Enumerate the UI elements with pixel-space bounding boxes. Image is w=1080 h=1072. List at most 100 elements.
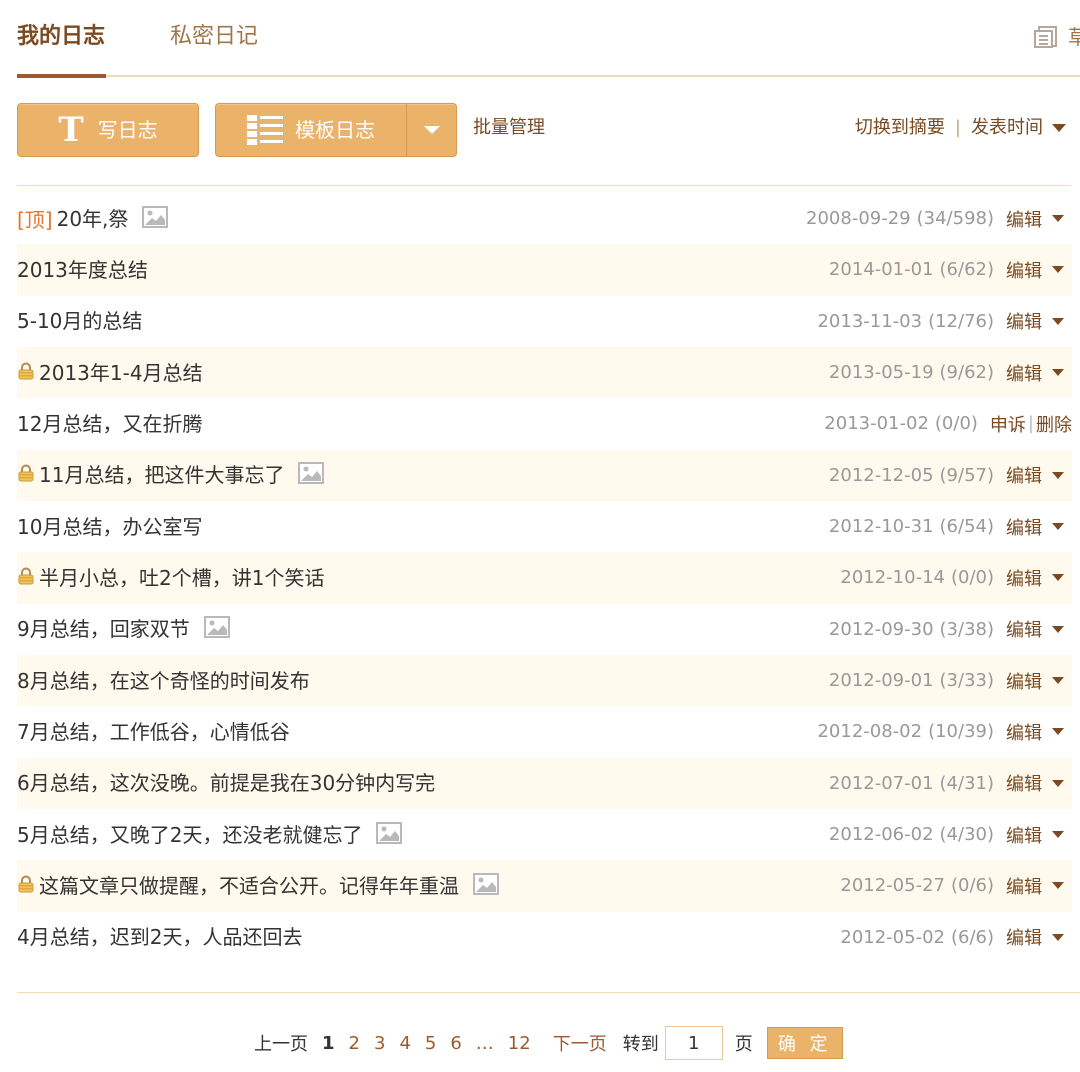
page-number-link[interactable]: 3 (374, 1033, 385, 1054)
page-number-link[interactable]: 4 (399, 1033, 410, 1054)
draft-box-label: 草 (1068, 25, 1080, 49)
confirm-goto-button[interactable]: 确 定 (766, 1027, 843, 1059)
page-number-last[interactable]: 12 (508, 1033, 531, 1054)
entry-date: 2012-05-02 (840, 926, 945, 948)
entry-meta: 2012-09-30 (3/38) 编辑 (829, 616, 1072, 642)
image-icon (473, 872, 499, 899)
caret-down-icon[interactable] (1052, 677, 1064, 685)
caret-down-icon[interactable] (1052, 831, 1064, 839)
view-controls: 切换到摘要 | 发表时间 (855, 116, 1066, 140)
list-item: 7月总结，工作低谷，心情低谷 2012-08-02 (10/39) 编辑 (17, 706, 1072, 757)
entry-title-link[interactable]: 7月总结，工作低谷，心情低谷 (17, 719, 290, 745)
caret-down-icon[interactable] (1052, 124, 1066, 132)
entry-title-link[interactable]: 10月总结，办公室写 (17, 514, 202, 540)
list-item: [顶] 20年,祭 2008-09-29 (34/598) 编辑 (17, 193, 1072, 244)
caret-down-icon[interactable] (1052, 779, 1064, 787)
edit-link[interactable]: 编辑 (1006, 565, 1042, 591)
page-number-link[interactable]: 5 (425, 1033, 436, 1054)
entry-title-area: 8月总结，在这个奇怪的时间发布 (17, 668, 829, 694)
batch-manage-link[interactable]: 批量管理 (473, 116, 545, 140)
tab-bar-divider (17, 75, 1080, 77)
edit-link[interactable]: 编辑 (1006, 822, 1042, 848)
edit-link[interactable]: 编辑 (1006, 206, 1042, 232)
prev-page-link[interactable]: 上一页 (254, 1030, 308, 1056)
entry-title-area: 7月总结，工作低谷，心情低谷 (17, 719, 817, 745)
entry-title-link[interactable]: 5-10月的总结 (17, 308, 142, 334)
entry-title-link[interactable]: 6月总结，这次没晚。前提是我在30分钟内写完 (17, 770, 435, 796)
caret-down-icon[interactable] (1052, 317, 1064, 325)
draft-box-link[interactable]: 草 (1034, 24, 1080, 50)
edit-link[interactable]: 编辑 (1006, 770, 1042, 796)
edit-link[interactable]: 编辑 (1006, 308, 1042, 334)
page-number-input[interactable] (664, 1026, 723, 1060)
page-number-link[interactable]: 6 (450, 1033, 461, 1054)
entry-comment-read-count: (9/57) (939, 464, 994, 486)
tab-bar: 我的日志 私密日记 草 (0, 0, 1080, 78)
list-item: 6月总结，这次没晚。前提是我在30分钟内写完 2012-07-01 (4/31) 编辑 (17, 757, 1072, 809)
caret-down-icon[interactable] (1052, 215, 1064, 223)
entry-title-link[interactable]: 8月总结，在这个奇怪的时间发布 (17, 668, 310, 694)
edit-link[interactable]: 编辑 (1006, 616, 1042, 642)
entry-meta: 2012-10-31 (6/54) 编辑 (829, 514, 1072, 540)
edit-link[interactable]: 编辑 (1006, 514, 1042, 540)
edit-link[interactable]: 编辑 (1006, 360, 1042, 386)
caret-down-icon[interactable] (1052, 574, 1064, 582)
tab-my-blog[interactable]: 我的日志 (17, 22, 105, 52)
entry-title-link[interactable]: 11月总结，把这件大事忘了 (39, 462, 284, 488)
template-blog-button[interactable]: 模板日志 (216, 104, 406, 156)
switch-to-summary-link[interactable]: 切换到摘要 (855, 116, 945, 140)
caret-down-icon[interactable] (1052, 266, 1064, 274)
next-page-link[interactable]: 下一页 (553, 1030, 607, 1056)
appeal-link[interactable]: 申诉 (990, 411, 1026, 437)
caret-down-icon[interactable] (1052, 471, 1064, 479)
entry-date: 2012-12-05 (828, 464, 934, 486)
caret-down-icon[interactable] (1052, 933, 1064, 941)
blog-entry-list: [顶] 20年,祭 2008-09-29 (34/598) 编辑 2013年度总结 2014… (17, 193, 1072, 963)
sort-by-time-dropdown[interactable]: 发表时间 (971, 116, 1043, 140)
edit-link[interactable]: 编辑 (1006, 924, 1042, 950)
page-unit-label: 页 (734, 1034, 753, 1055)
entry-title-link[interactable]: 12月总结，又在折腾 (17, 411, 202, 437)
edit-link[interactable]: 编辑 (1006, 873, 1042, 899)
tab-private-diary[interactable]: 私密日记 (170, 22, 258, 52)
caret-down-icon[interactable] (1052, 728, 1064, 736)
entry-title-link[interactable]: 这篇文章只做提醒，不适合公开。记得年年重温 (39, 873, 459, 899)
edit-link[interactable]: 编辑 (1006, 719, 1042, 745)
pinned-badge: [顶] (17, 208, 53, 233)
edit-link[interactable]: 编辑 (1006, 257, 1042, 283)
edit-link[interactable]: 编辑 (1006, 668, 1042, 694)
entry-date: 2012-09-30 (828, 618, 934, 640)
image-icon (142, 205, 169, 232)
separator: | (954, 117, 961, 138)
write-blog-button[interactable]: T 写日志 (17, 103, 199, 157)
entry-meta: 2012-07-01 (4/31) 编辑 (829, 770, 1072, 796)
entry-title-link[interactable]: 2013年度总结 (17, 257, 148, 283)
template-dropdown-toggle[interactable] (407, 104, 457, 156)
list-bottom-divider (17, 992, 1080, 993)
entry-date: 2014-01-01 (828, 259, 934, 281)
caret-down-icon[interactable] (1052, 369, 1064, 377)
entry-title-link[interactable]: 2013年1-4月总结 (39, 360, 203, 386)
entry-title-link[interactable]: 4月总结，迟到2天，人品还回去 (17, 924, 302, 950)
entry-title-link[interactable]: 20年,祭 (57, 206, 129, 232)
pagination: 上一页 123456 … 12 下一页 转到 页 确 定 (0, 1026, 1080, 1060)
entry-title-area: 5-10月的总结 (17, 308, 817, 334)
caret-down-icon[interactable] (1052, 523, 1064, 531)
entry-title-area: [顶] 20年,祭 (17, 204, 806, 233)
edit-link[interactable]: 编辑 (1006, 462, 1042, 488)
delete-link[interactable]: 删除 (1036, 411, 1072, 437)
page-number-link[interactable]: 2 (349, 1033, 360, 1054)
entry-date: 2013-05-19 (828, 362, 934, 384)
pagination-ellipsis: … (475, 1032, 494, 1054)
caret-down-icon[interactable] (1052, 882, 1064, 890)
entry-title-link[interactable]: 半月小总，吐2个槽，讲1个笑话 (39, 565, 324, 591)
entry-meta: 2012-05-02 (6/6) 编辑 (840, 924, 1072, 950)
entry-title-link[interactable]: 5月总结，又晚了2天，还没老就健忘了 (17, 822, 362, 848)
entry-title-area: 9月总结，回家双节 (17, 616, 829, 642)
list-item: 12月总结，又在折腾 2013-01-02 (0/0) 申诉 | 删除 (17, 398, 1072, 449)
caret-down-icon (424, 126, 440, 134)
caret-down-icon[interactable] (1052, 625, 1064, 633)
entry-meta: 2012-05-27 (0/6) 编辑 (840, 873, 1072, 899)
write-blog-label: 写日志 (97, 118, 158, 142)
entry-title-link[interactable]: 9月总结，回家双节 (17, 616, 190, 642)
